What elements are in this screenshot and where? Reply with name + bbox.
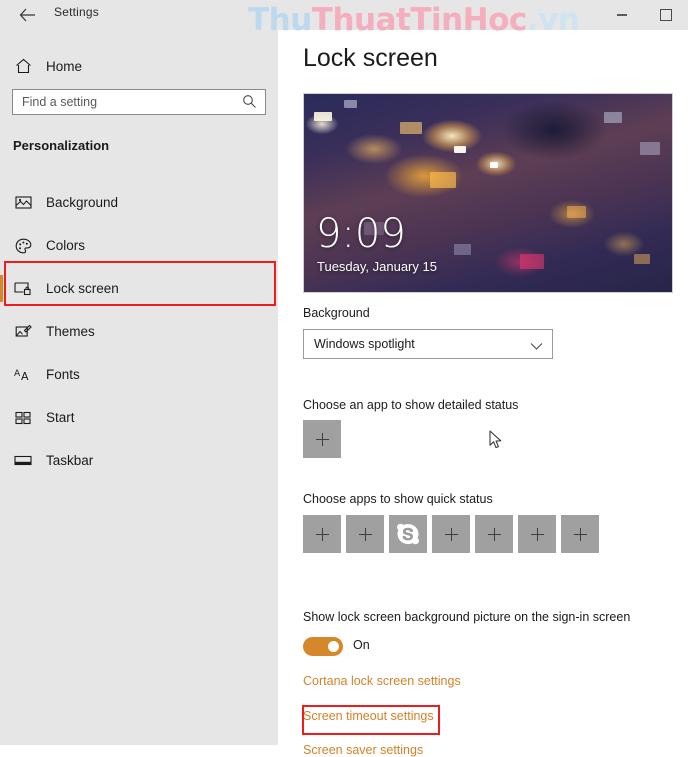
- fonts-icon: A A: [0, 367, 46, 383]
- sidebar-item-colors-label: Colors: [46, 238, 86, 253]
- search-box[interactable]: [12, 89, 266, 115]
- plus-icon: [315, 527, 329, 541]
- sidebar-item-taskbar[interactable]: Taskbar: [0, 439, 278, 482]
- sidebar-section-title: Personalization: [13, 138, 110, 153]
- sidebar-item-lock-screen[interactable]: Lock screen: [0, 267, 278, 310]
- sidebar-item-start[interactable]: Start: [0, 396, 278, 439]
- title-bar: Settings: [0, 0, 688, 30]
- picture-icon: [0, 195, 46, 210]
- toggle-knob: [328, 641, 339, 652]
- sidebar-item-home[interactable]: Home: [0, 50, 278, 82]
- preview-time: 9:09: [316, 211, 406, 257]
- selection-accent-bar: [0, 275, 3, 302]
- sidebar-nav: Background Colors Lock screen Themes A A…: [0, 181, 278, 482]
- detailed-status-tile[interactable]: [303, 420, 341, 458]
- svg-text:A: A: [21, 370, 29, 383]
- sidebar-item-fonts-label: Fonts: [46, 367, 80, 382]
- lock-screen-icon: [0, 281, 46, 296]
- quick-status-row: [303, 515, 599, 553]
- minimize-icon: [617, 14, 627, 16]
- svg-text:A: A: [14, 369, 21, 379]
- quick-status-tile-3-skype[interactable]: [389, 515, 427, 553]
- plus-icon: [358, 527, 372, 541]
- plus-icon: [444, 527, 458, 541]
- back-arrow-icon[interactable]: [14, 4, 40, 26]
- detailed-status-label: Choose an app to show detailed status: [303, 398, 519, 412]
- sidebar: Home Personalization Background: [0, 30, 278, 745]
- sidebar-item-themes-label: Themes: [46, 324, 95, 339]
- sidebar-item-colors[interactable]: Colors: [0, 224, 278, 267]
- plus-icon: [573, 527, 587, 541]
- preview-date: Tuesday, January 15: [317, 259, 437, 274]
- screen-saver-settings-link[interactable]: Screen saver settings: [303, 743, 423, 757]
- paintbrush-icon: [0, 324, 46, 340]
- quick-status-label: Choose apps to show quick status: [303, 492, 493, 506]
- show-lock-background-toggle[interactable]: [303, 637, 343, 656]
- main-content: Lock screen 9:09 Tuesday, January 15 Bac…: [278, 30, 688, 757]
- sidebar-item-fonts[interactable]: A A Fonts: [0, 353, 278, 396]
- skype-icon: [397, 523, 419, 545]
- sidebar-item-themes[interactable]: Themes: [0, 310, 278, 353]
- sidebar-item-taskbar-label: Taskbar: [46, 453, 94, 468]
- palette-icon: [0, 238, 46, 254]
- sidebar-item-start-label: Start: [46, 410, 75, 425]
- sidebar-item-background[interactable]: Background: [0, 181, 278, 224]
- start-grid-icon: [0, 411, 46, 425]
- quick-status-tile-6[interactable]: [518, 515, 556, 553]
- quick-status-tile-2[interactable]: [346, 515, 384, 553]
- background-label: Background: [303, 306, 370, 320]
- toggle-state-label: On: [353, 638, 370, 652]
- quick-status-tile-7[interactable]: [561, 515, 599, 553]
- background-dropdown[interactable]: Windows spotlight: [303, 329, 553, 359]
- cortana-lock-screen-settings-link[interactable]: Cortana lock screen settings: [303, 674, 461, 688]
- quick-status-tile-5[interactable]: [475, 515, 513, 553]
- minimize-button[interactable]: [600, 0, 644, 30]
- plus-icon: [315, 432, 329, 446]
- maximize-button[interactable]: [644, 0, 688, 30]
- background-dropdown-value: Windows spotlight: [314, 337, 415, 351]
- sidebar-item-home-label: Home: [46, 58, 83, 74]
- sidebar-item-lock-screen-label: Lock screen: [46, 281, 119, 296]
- taskbar-icon: [0, 454, 46, 467]
- quick-status-tile-1[interactable]: [303, 515, 341, 553]
- plus-icon: [530, 527, 544, 541]
- search-icon[interactable]: [242, 94, 257, 114]
- show-lock-background-label: Show lock screen background picture on t…: [303, 610, 631, 624]
- sidebar-item-background-label: Background: [46, 195, 119, 210]
- chevron-down-icon: [530, 338, 543, 356]
- screen-timeout-settings-link[interactable]: Screen timeout settings: [303, 709, 434, 723]
- window-title: Settings: [54, 5, 99, 19]
- maximize-icon: [660, 9, 672, 21]
- plus-icon: [487, 527, 501, 541]
- page-title: Lock screen: [303, 44, 438, 72]
- search-input[interactable]: [22, 95, 232, 109]
- home-icon: [0, 58, 46, 74]
- lock-screen-preview: 9:09 Tuesday, January 15: [303, 93, 673, 293]
- quick-status-tile-4[interactable]: [432, 515, 470, 553]
